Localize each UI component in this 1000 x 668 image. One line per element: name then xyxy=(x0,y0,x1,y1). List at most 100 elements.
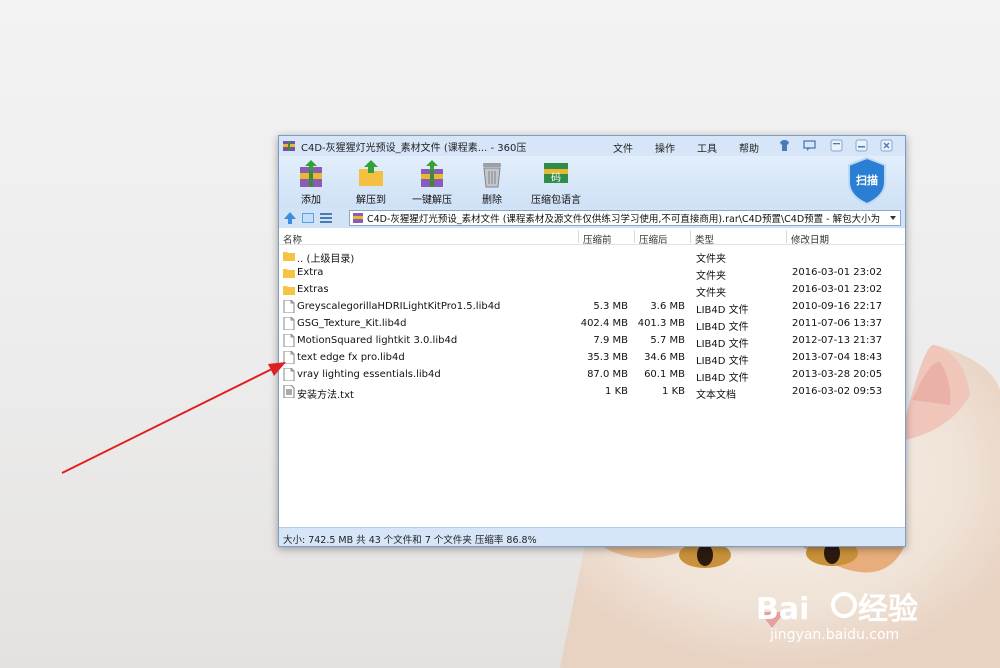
close-icon[interactable] xyxy=(880,139,893,152)
archive-file-icon xyxy=(353,213,363,223)
column-compressed[interactable]: 压缩后 xyxy=(639,232,668,246)
delete-button[interactable]: 删除 xyxy=(463,159,521,207)
file-date: 2016-03-02 09:53 xyxy=(792,386,883,397)
table-row[interactable]: 安装方法.txt 1 KB 1 KB 文本文档 2016-03-02 09:53 xyxy=(279,383,905,401)
menu-file[interactable]: 文件 xyxy=(613,140,633,155)
file-icon xyxy=(283,368,295,381)
path-text: C4D-灰猩猩灯光预设_素材文件 (课程素材及源文件仅供练习学习使用,不可直接商… xyxy=(367,214,881,225)
trash-icon xyxy=(483,163,501,188)
table-row[interactable]: Extra 文件夹 2016-03-01 23:02 xyxy=(279,264,905,282)
file-name: GreyscalegorillaHDRILightKitPro1.5.lib4d xyxy=(297,301,501,312)
chevron-down-icon[interactable] xyxy=(888,213,898,223)
file-compressed-size: 34.6 MB xyxy=(644,352,685,363)
360zip-app-icon xyxy=(283,141,295,151)
settings-menu-icon[interactable] xyxy=(830,139,843,152)
svg-text:经验: 经验 xyxy=(858,592,918,627)
file-name: .. (上级目录) xyxy=(297,254,355,265)
file-type: LIB4D 文件 xyxy=(696,356,749,367)
table-row[interactable]: Extras 文件夹 2016-03-01 23:02 xyxy=(279,281,905,299)
toolbar: 添加 解压到 一键解压 删除 码 压缩包语言 扫描 xyxy=(279,156,905,208)
extract-to-button[interactable]: 解压到 xyxy=(342,159,400,207)
minimize-icon[interactable] xyxy=(855,139,868,152)
column-header: 名称 压缩前 压缩后 类型 修改日期 xyxy=(279,228,905,246)
column-size[interactable]: 压缩前 xyxy=(583,232,612,246)
folder-icon xyxy=(283,269,295,278)
title-bar: C4D-灰猩猩灯光预设_素材文件 (课程素... - 360压缩 文件 操作 工… xyxy=(279,136,905,156)
column-type[interactable]: 类型 xyxy=(695,232,714,246)
file-size: 1 KB xyxy=(605,386,628,397)
file-date: 2011-07-06 13:37 xyxy=(792,318,883,329)
one-click-extract-button[interactable]: 一键解压 xyxy=(403,159,461,207)
file-name: MotionSquared lightkit 3.0.lib4d xyxy=(297,335,458,346)
file-date: 2012-07-13 21:37 xyxy=(792,335,883,346)
file-type: LIB4D 文件 xyxy=(696,305,749,316)
list-view-icon[interactable] xyxy=(319,211,333,225)
folder-icon xyxy=(283,252,295,261)
svg-text:码: 码 xyxy=(551,172,561,184)
file-icon xyxy=(283,351,295,364)
watermark-url: jingyan.baidu.com xyxy=(770,627,900,643)
add-archive-icon xyxy=(300,160,322,187)
file-name: 安装方法.txt xyxy=(297,390,354,401)
file-size: 35.3 MB xyxy=(587,352,628,363)
skin-icon[interactable] xyxy=(778,139,791,152)
add-label: 添加 xyxy=(301,195,321,206)
file-compressed-size: 5.7 MB xyxy=(650,335,685,346)
file-type: 文件夹 xyxy=(696,271,726,282)
window-title: C4D-灰猩猩灯光预设_素材文件 (课程素... - 360压缩 xyxy=(301,142,526,154)
address-bar: C4D-灰猩猩灯光预设_素材文件 (课程素材及源文件仅供练习学习使用,不可直接商… xyxy=(279,208,905,228)
scan-label: 扫描 xyxy=(856,174,878,187)
file-date: 2013-03-28 20:05 xyxy=(792,369,883,380)
file-compressed-size: 3.6 MB xyxy=(650,301,685,312)
file-size: 5.3 MB xyxy=(593,301,628,312)
table-row[interactable]: GSG_Texture_Kit.lib4d 402.4 MB 401.3 MB LIB… xyxy=(279,315,905,333)
add-button[interactable]: 添加 xyxy=(282,159,340,207)
menu-help[interactable]: 帮助 xyxy=(739,140,759,155)
column-date[interactable]: 修改日期 xyxy=(791,232,829,246)
table-row[interactable]: vray lighting essentials.lib4d 87.0 MB 60.… xyxy=(279,366,905,384)
file-icon xyxy=(283,317,295,330)
one-click-extract-icon xyxy=(421,160,443,187)
delete-label: 删除 xyxy=(482,195,502,206)
feedback-icon[interactable] xyxy=(803,139,816,152)
table-row[interactable]: GreyscalegorillaHDRILightKitPro1.5.lib4d… xyxy=(279,298,905,316)
file-compressed-size: 1 KB xyxy=(662,386,685,397)
file-name: Extra xyxy=(297,267,324,278)
file-name: text edge fx pro.lib4d xyxy=(297,352,405,363)
file-date: 2013-07-04 18:43 xyxy=(792,352,883,363)
file-type: LIB4D 文件 xyxy=(696,322,749,333)
thumbnail-view-icon[interactable] xyxy=(301,211,315,225)
file-type: LIB4D 文件 xyxy=(696,373,749,384)
status-bar: 大小: 742.5 MB 共 43 个文件和 7 个文件夹 压缩率 86.8% xyxy=(279,527,905,546)
column-name[interactable]: 名称 xyxy=(283,232,302,246)
archive-window: C4D-灰猩猩灯光预设_素材文件 (课程素... - 360压缩 文件 操作 工… xyxy=(278,135,906,547)
up-arrow-icon[interactable] xyxy=(283,211,297,225)
file-type: 文本文档 xyxy=(696,390,736,401)
status-text: 大小: 742.5 MB 共 43 个文件和 7 个文件夹 压缩率 86.8% xyxy=(283,535,537,546)
menu-operation[interactable]: 操作 xyxy=(655,140,675,155)
file-compressed-size: 401.3 MB xyxy=(637,318,685,329)
extract-to-label: 解压到 xyxy=(356,195,386,206)
table-row[interactable]: .. (上级目录) 文件夹 xyxy=(279,247,905,265)
file-name: GSG_Texture_Kit.lib4d xyxy=(297,318,407,329)
table-row[interactable]: text edge fx pro.lib4d 35.3 MB 34.6 MB LIB4… xyxy=(279,349,905,367)
archive-language-label: 压缩包语言 xyxy=(531,195,581,206)
file-type: 文件夹 xyxy=(696,288,726,299)
file-size: 402.4 MB xyxy=(580,318,628,329)
file-date: 2016-03-01 23:02 xyxy=(792,284,883,295)
file-compressed-size: 60.1 MB xyxy=(644,369,685,380)
file-type: 文件夹 xyxy=(696,254,726,265)
scan-button[interactable]: 扫描 xyxy=(845,156,889,206)
table-row[interactable]: MotionSquared lightkit 3.0.lib4d 7.9 MB 5.… xyxy=(279,332,905,350)
file-list: 名称 压缩前 压缩后 类型 修改日期 .. (上级目录) 文件夹 Extra 文件夹 2… xyxy=(279,228,905,528)
archive-language-button[interactable]: 码 压缩包语言 xyxy=(523,159,589,207)
svg-text:Bai: Bai xyxy=(756,592,809,627)
one-click-extract-label: 一键解压 xyxy=(412,195,452,206)
extract-to-icon xyxy=(359,160,383,186)
path-field[interactable]: C4D-灰猩猩灯光预设_素材文件 (课程素材及源文件仅供练习学习使用,不可直接商… xyxy=(349,210,901,226)
file-date: 2010-09-16 22:17 xyxy=(792,301,883,312)
file-icon xyxy=(283,334,295,347)
menu-tools[interactable]: 工具 xyxy=(697,140,717,155)
file-type: LIB4D 文件 xyxy=(696,339,749,350)
file-icon xyxy=(283,300,295,313)
